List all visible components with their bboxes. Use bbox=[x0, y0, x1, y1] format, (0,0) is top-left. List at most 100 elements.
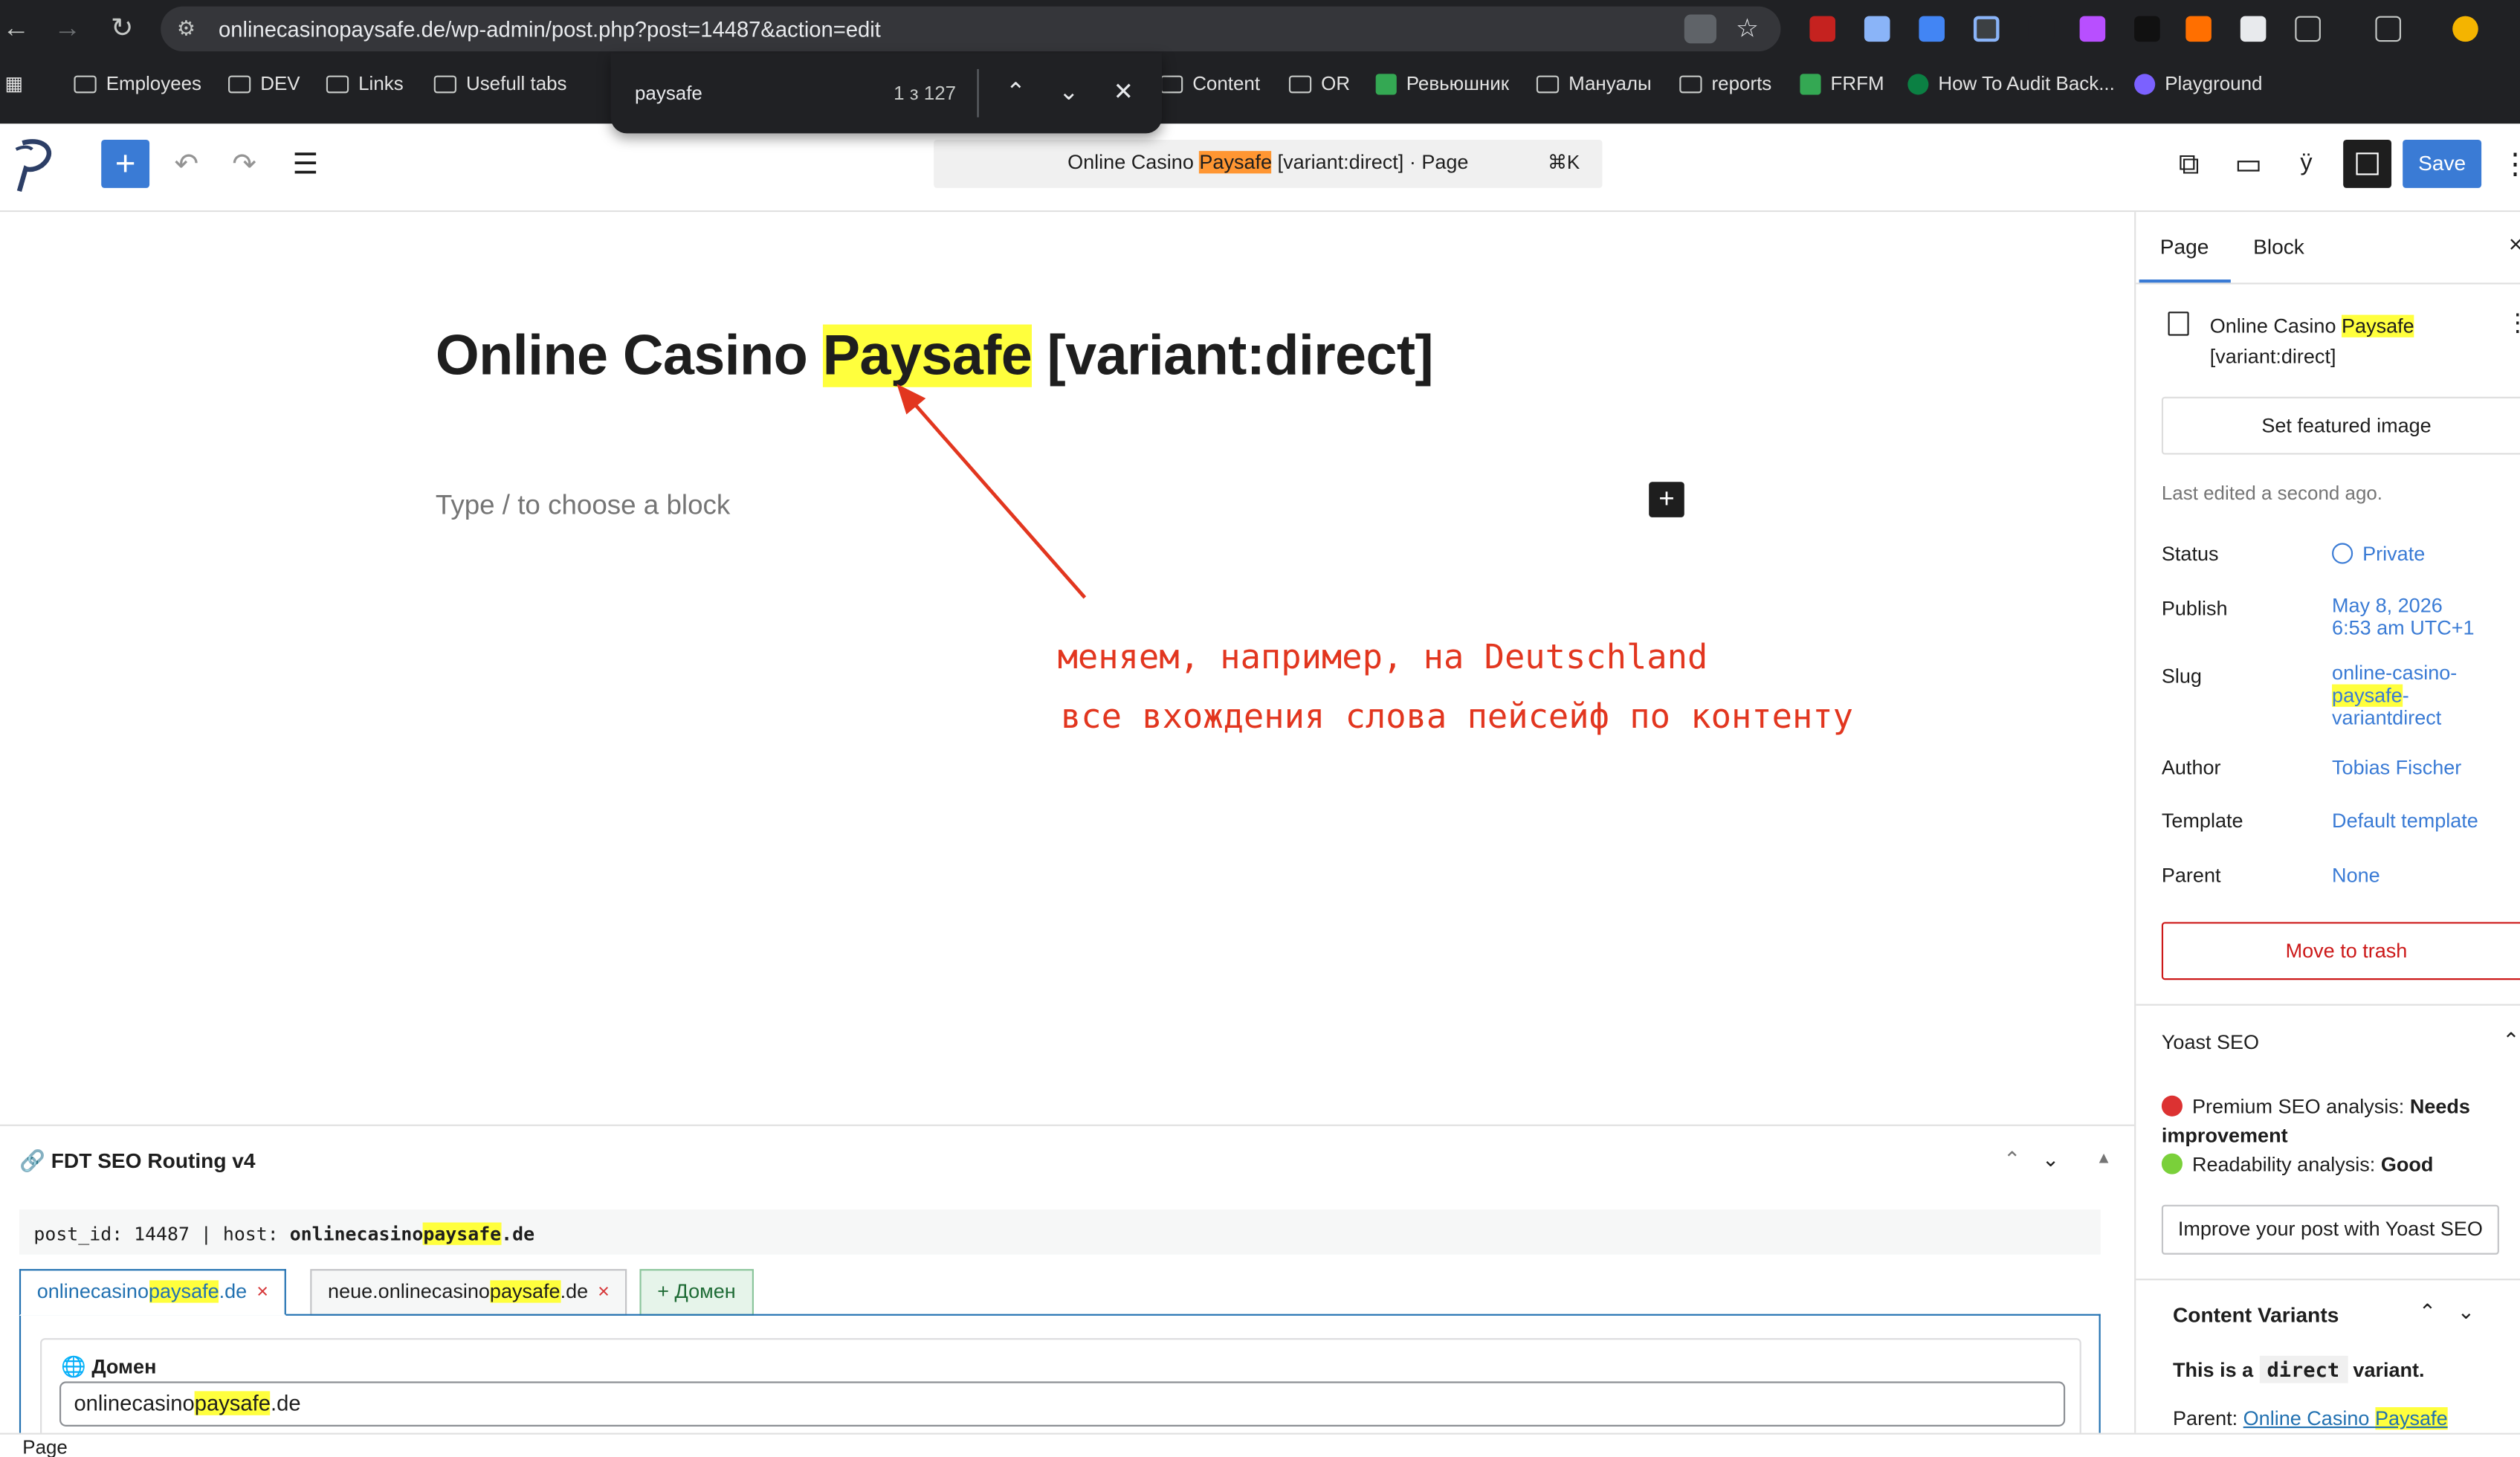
reload-icon[interactable]: ↻ bbox=[106, 13, 138, 45]
extension-icon[interactable] bbox=[1864, 16, 1890, 42]
link-extension-icon[interactable] bbox=[1973, 16, 2000, 42]
tab-search-icon[interactable] bbox=[2375, 16, 2402, 42]
extension-icon[interactable] bbox=[2240, 16, 2267, 42]
author-value[interactable]: Tobias Fischer bbox=[2332, 757, 2461, 779]
private-icon bbox=[2332, 543, 2353, 564]
post-actions-icon[interactable]: ⋮ bbox=[2506, 308, 2520, 337]
close-find-icon[interactable]: ✕ bbox=[1105, 76, 1141, 112]
options-menu-icon[interactable]: ⋮ bbox=[2501, 144, 2520, 183]
add-block-button[interactable]: + bbox=[1649, 482, 1684, 517]
bookmark-content[interactable]: Content bbox=[1160, 72, 1260, 94]
publish-label: Publish bbox=[2161, 597, 2228, 621]
bookmark-manuals[interactable]: Мануалы bbox=[1536, 72, 1652, 94]
back-icon[interactable]: ← bbox=[0, 13, 32, 45]
extension-icon[interactable] bbox=[1919, 16, 1945, 42]
yoast-readability-score: Readability analysis: Good bbox=[2161, 1153, 2433, 1176]
improve-yoast-button[interactable]: Improve your post with Yoast SEO bbox=[2161, 1204, 2499, 1255]
view-page-icon[interactable]: ⧉ bbox=[2170, 144, 2209, 183]
move-to-trash-button[interactable]: Move to trash bbox=[2161, 922, 2520, 981]
move-down-icon[interactable]: ⌄ bbox=[2458, 1299, 2475, 1325]
status-value[interactable]: Private bbox=[2332, 543, 2425, 566]
bookmark-links[interactable]: Links bbox=[326, 72, 404, 94]
add-domain-button[interactable]: + Домен bbox=[639, 1269, 754, 1316]
post-summary-title: Online Casino Paysafe [variant:direct] bbox=[2209, 314, 2414, 368]
tab-page[interactable]: Page bbox=[2160, 235, 2209, 259]
slug-value[interactable]: online-casino-paysafe-variantdirect bbox=[2332, 662, 2457, 729]
shortcut-hint: ⌘K bbox=[1547, 151, 1580, 174]
domain-label: 🌐 Домен bbox=[61, 1355, 157, 1379]
extension-icon[interactable] bbox=[1809, 16, 1835, 42]
close-sidebar-icon[interactable]: × bbox=[2509, 231, 2520, 259]
browser-chrome: ← → ↻ ⚙ onlinecasinopaysafe.de/wp-admin/… bbox=[0, 0, 2520, 124]
set-featured-image-button[interactable]: Set featured image bbox=[2161, 396, 2520, 455]
divider bbox=[2136, 1279, 2520, 1281]
yoast-seo-score: Premium SEO analysis: Needs improvement bbox=[2161, 1095, 2470, 1147]
extensions-puzzle-icon[interactable] bbox=[2295, 16, 2321, 42]
find-next-icon[interactable]: ⌄ bbox=[1051, 76, 1087, 112]
variant-parent: Parent: Online Casino Paysafe bbox=[2173, 1407, 2448, 1430]
bookmark-or[interactable]: OR bbox=[1288, 72, 1350, 94]
site-info-icon[interactable]: ⚙ bbox=[177, 16, 196, 42]
domain-input[interactable]: onlinecasinopaysafe.de bbox=[59, 1381, 2066, 1427]
domain-tab[interactable]: neue.onlinecasinopaysafe.de × bbox=[310, 1269, 627, 1316]
extension-icon[interactable] bbox=[2079, 16, 2106, 42]
bookmark-reports[interactable]: reports bbox=[1679, 72, 1771, 94]
bookmark-frfm[interactable]: FRFM bbox=[1800, 72, 1884, 94]
template-value[interactable]: Default template bbox=[2332, 810, 2478, 832]
editor-breadcrumb: Page bbox=[0, 1432, 2520, 1457]
seo-routing-metabox: 🔗 FDT SEO Routing v4 ⌃ ⌄ ▲ post_id: 1448… bbox=[0, 1124, 2135, 1451]
find-in-page-icon[interactable] bbox=[1684, 14, 1717, 44]
address-bar[interactable]: ⚙ onlinecasinopaysafe.de/wp-admin/post.p… bbox=[161, 6, 1781, 52]
move-up-icon[interactable]: ⌃ bbox=[2419, 1299, 2437, 1325]
post-host-info: post_id: 14487 | host: onlinecasinopaysa… bbox=[19, 1209, 2101, 1255]
move-up-icon[interactable]: ⌃ bbox=[1997, 1146, 2026, 1175]
yoast-panel-title[interactable]: Yoast SEO bbox=[2162, 1031, 2259, 1053]
save-button[interactable]: Save bbox=[2403, 140, 2482, 188]
find-input[interactable]: paysafe bbox=[635, 82, 702, 104]
url-text[interactable]: onlinecasinopaysafe.de/wp-admin/post.php… bbox=[219, 18, 881, 42]
bookmark-playground[interactable]: Playground bbox=[2134, 72, 2262, 94]
publish-date[interactable]: May 8, 2026 6:53 am UTC+1 bbox=[2332, 595, 2475, 640]
find-previous-icon[interactable]: ⌃ bbox=[998, 76, 1034, 112]
find-match-count: 1 з 127 bbox=[894, 82, 957, 105]
browser-toolbar: ← → ↻ ⚙ onlinecasinopaysafe.de/wp-admin/… bbox=[0, 0, 2520, 58]
remove-tab-icon[interactable]: × bbox=[598, 1280, 610, 1302]
folder-icon bbox=[228, 74, 251, 93]
metabox-title: 🔗 FDT SEO Routing v4 bbox=[19, 1149, 256, 1173]
extension-icon[interactable] bbox=[2028, 16, 2055, 42]
bookmark-star-icon[interactable]: ☆ bbox=[1736, 13, 1759, 45]
tab-block[interactable]: Block bbox=[2253, 235, 2304, 259]
author-label: Author bbox=[2161, 756, 2221, 780]
device-preview-icon[interactable]: ▭ bbox=[2229, 144, 2268, 183]
last-edited: Last edited a second ago. bbox=[2161, 482, 2383, 505]
undo-icon[interactable]: ↶ bbox=[167, 144, 206, 183]
parent-link[interactable]: Online Casino Paysafe bbox=[2243, 1407, 2448, 1429]
settings-sidebar-toggle[interactable] bbox=[2343, 140, 2392, 188]
content-variants-title: Content Variants bbox=[2173, 1302, 2339, 1327]
document-overview-icon[interactable]: ☰ bbox=[286, 144, 325, 183]
editor-header: + ↶ ↷ ☰ Online Casino Paysafe [variant:d… bbox=[0, 123, 2520, 213]
parent-value[interactable]: None bbox=[2332, 865, 2380, 887]
bookmark-employees[interactable]: Employees bbox=[74, 72, 201, 94]
block-inserter-button[interactable]: + bbox=[101, 140, 150, 188]
apps-grid-icon[interactable]: ▦ bbox=[4, 72, 23, 94]
bookmark-dev[interactable]: DEV bbox=[228, 72, 300, 94]
profile-avatar-icon[interactable] bbox=[2452, 16, 2478, 42]
remove-tab-icon[interactable]: × bbox=[256, 1280, 268, 1302]
chevron-up-icon[interactable]: ⌃ bbox=[2502, 1028, 2520, 1054]
sidebar-icon bbox=[2356, 152, 2379, 175]
redo-icon[interactable]: ↷ bbox=[225, 144, 264, 183]
bookmark-reviewer[interactable]: Ревьюшник bbox=[1375, 72, 1509, 94]
bookmark-audit[interactable]: How To Audit Back... bbox=[1907, 72, 2115, 94]
site-logo-icon[interactable] bbox=[10, 133, 58, 197]
move-down-icon[interactable]: ⌄ bbox=[2036, 1146, 2065, 1175]
forward-icon[interactable]: → bbox=[51, 13, 83, 45]
extension-icon[interactable] bbox=[2185, 16, 2212, 42]
bookmark-usefull-tabs[interactable]: Usefull tabs bbox=[433, 72, 567, 94]
collapse-toggle-icon[interactable]: ▲ bbox=[2090, 1146, 2119, 1175]
yoast-icon[interactable]: ÿ bbox=[2287, 144, 2326, 183]
block-placeholder[interactable]: Type / to choose a block bbox=[436, 490, 730, 522]
extension-icon[interactable] bbox=[2134, 16, 2160, 42]
command-palette-bar[interactable]: Online Casino Paysafe [variant:direct] ·… bbox=[934, 140, 1603, 188]
domain-tab[interactable]: onlinecasinopaysafe.de × bbox=[19, 1269, 286, 1316]
